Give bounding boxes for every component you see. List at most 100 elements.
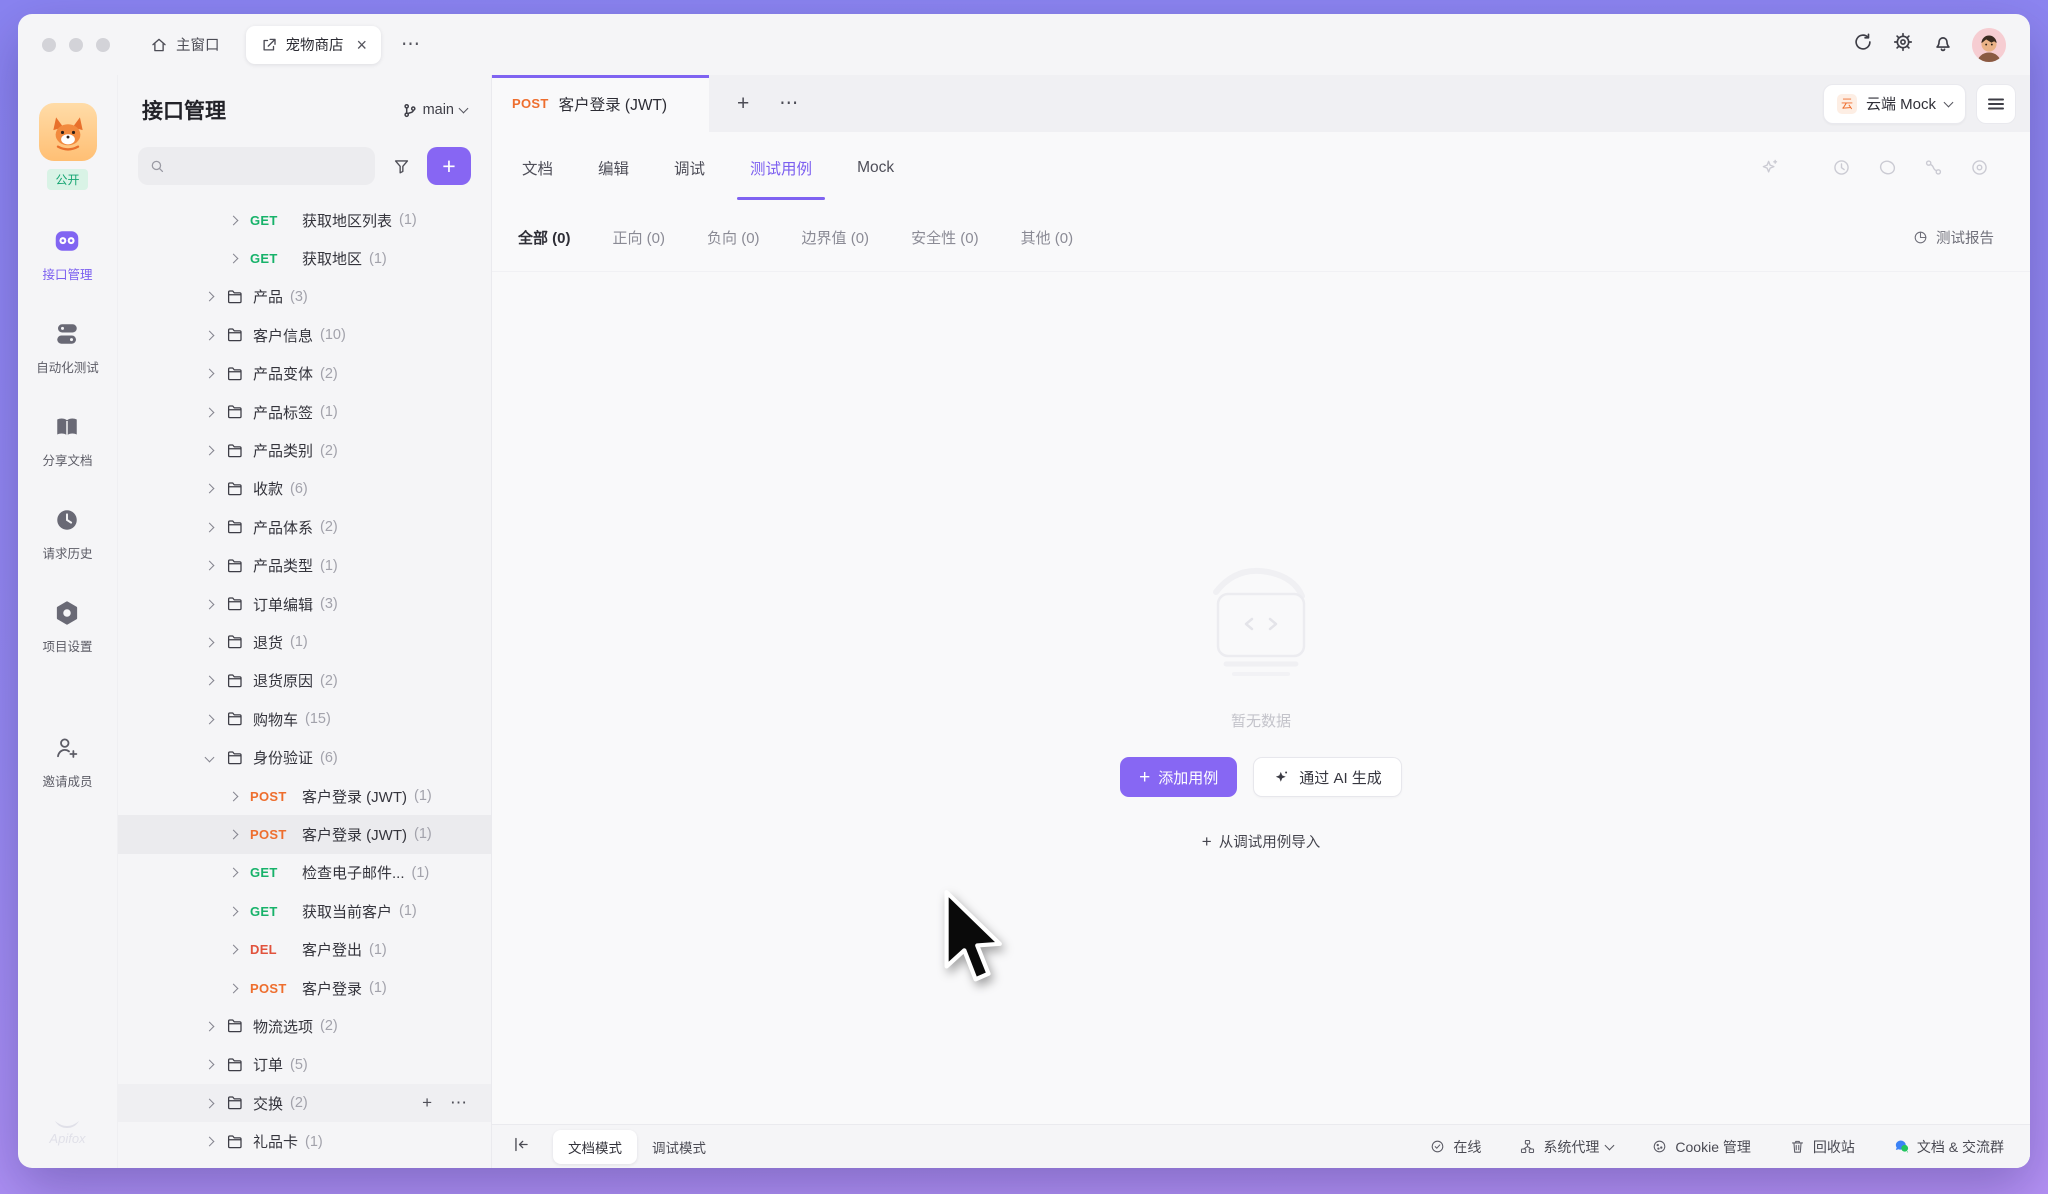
tree-row[interactable]: 产品类型 (1) + ⋯ bbox=[118, 547, 491, 585]
docs-community-button[interactable]: 文档 & 交流群 bbox=[1893, 1137, 2004, 1157]
tree-row[interactable]: GET 获取当前客户 (1) + ⋯ bbox=[118, 892, 491, 930]
sidebar-item-invite-members[interactable]: 邀请成员 bbox=[42, 733, 92, 790]
tree-row[interactable]: POST 客户登录 (1) + ⋯ bbox=[118, 969, 491, 1007]
view-tab[interactable]: 编辑 bbox=[598, 132, 629, 203]
bell-icon[interactable] bbox=[1932, 31, 1954, 58]
tree-row[interactable]: 礼品卡 (1) + ⋯ bbox=[118, 1122, 491, 1160]
doc-mode-button[interactable]: 文档模式 bbox=[553, 1130, 637, 1164]
project-logo[interactable] bbox=[39, 103, 97, 161]
ai-sparkle-icon[interactable] bbox=[1759, 157, 1780, 178]
search-input[interactable] bbox=[138, 147, 375, 185]
chevron-right-icon[interactable] bbox=[205, 1098, 215, 1108]
filter-tab[interactable]: 其他 (0) bbox=[1021, 227, 1074, 248]
chevron-right-icon[interactable] bbox=[205, 522, 215, 532]
chevron-right-icon[interactable] bbox=[205, 446, 215, 456]
system-proxy-selector[interactable]: 系统代理 bbox=[1519, 1137, 1613, 1157]
tab-pet-store[interactable]: 宠物商店 × bbox=[246, 26, 382, 64]
more-tabs-icon[interactable]: ⋯ bbox=[401, 33, 421, 56]
chevron-right-icon[interactable] bbox=[229, 868, 239, 878]
tree-row[interactable]: 客户信息 (10) + ⋯ bbox=[118, 316, 491, 354]
chevron-right-icon[interactable] bbox=[205, 1021, 215, 1031]
flow-icon[interactable] bbox=[1923, 157, 1944, 178]
gear-icon[interactable] bbox=[1892, 31, 1914, 58]
tab-main-window[interactable]: 主窗口 bbox=[140, 26, 230, 64]
view-tab[interactable]: 测试用例 bbox=[750, 132, 812, 203]
zoom-window-button[interactable] bbox=[96, 38, 110, 52]
chevron-right-icon[interactable] bbox=[229, 906, 239, 916]
collapse-sidebar-button[interactable] bbox=[512, 1135, 531, 1159]
import-from-debug-link[interactable]: + 从调试用例导入 bbox=[1202, 831, 1320, 852]
sidebar-item-shared-docs[interactable]: 分享文档 bbox=[42, 412, 92, 469]
add-icon[interactable]: + bbox=[422, 1093, 432, 1113]
chevron-right-icon[interactable] bbox=[205, 676, 215, 686]
sidebar-item-api-management[interactable]: 接口管理 bbox=[42, 226, 92, 283]
debug-mode-button[interactable]: 调试模式 bbox=[637, 1130, 721, 1164]
tree-row[interactable]: 物流选项 (2) + ⋯ bbox=[118, 1007, 491, 1045]
recycle-bin-button[interactable]: 回收站 bbox=[1789, 1137, 1855, 1157]
shape-blob-icon[interactable] bbox=[1877, 157, 1898, 178]
tree-row[interactable]: 产品类别 (2) + ⋯ bbox=[118, 431, 491, 469]
tree-row[interactable]: 退货 (1) + ⋯ bbox=[118, 623, 491, 661]
sidebar-item-automated-testing[interactable]: 自动化测试 bbox=[36, 319, 99, 376]
chevron-right-icon[interactable] bbox=[205, 484, 215, 494]
filter-tab[interactable]: 负向 (0) bbox=[707, 227, 760, 248]
chevron-right-icon[interactable] bbox=[205, 561, 215, 571]
tree-row[interactable]: 收款 (6) + ⋯ bbox=[118, 470, 491, 508]
chevron-right-icon[interactable] bbox=[205, 407, 215, 417]
tree-row[interactable]: 身份验证 (6) + ⋯ bbox=[118, 738, 491, 776]
tree-row[interactable]: POST 客户登录 (JWT) (1) + ⋯ bbox=[118, 815, 491, 853]
view-tab[interactable]: 文档 bbox=[522, 132, 553, 203]
tree-row[interactable]: 购物车 (15) + ⋯ bbox=[118, 700, 491, 738]
cookie-manager-button[interactable]: Cookie 管理 bbox=[1651, 1137, 1750, 1157]
filter-tab[interactable]: 安全性 (0) bbox=[911, 227, 979, 248]
chevron-right-icon[interactable] bbox=[205, 369, 215, 379]
tree-row[interactable]: 产品变体 (2) + ⋯ bbox=[118, 355, 491, 393]
history-icon[interactable] bbox=[1831, 157, 1852, 178]
ai-generate-button[interactable]: 通过 AI 生成 bbox=[1253, 757, 1402, 797]
add-testcase-button[interactable]: + 添加用例 bbox=[1120, 757, 1237, 797]
chevron-right-icon[interactable] bbox=[205, 1137, 215, 1147]
tree-row[interactable]: POST 客户登录 (JWT) (1) + ⋯ bbox=[118, 777, 491, 815]
more-icon[interactable]: ⋯ bbox=[450, 1093, 467, 1113]
view-tab[interactable]: Mock bbox=[857, 132, 894, 203]
chevron-right-icon[interactable] bbox=[229, 254, 239, 264]
tree-row[interactable]: 退货原因 (2) + ⋯ bbox=[118, 662, 491, 700]
chevron-right-icon[interactable] bbox=[205, 638, 215, 648]
close-window-button[interactable] bbox=[42, 38, 56, 52]
chevron-right-icon[interactable] bbox=[205, 753, 215, 763]
chevron-right-icon[interactable] bbox=[205, 330, 215, 340]
branch-selector[interactable]: main bbox=[402, 102, 467, 118]
view-tab[interactable]: 调试 bbox=[674, 132, 705, 203]
layout-menu-button[interactable] bbox=[1976, 84, 2016, 124]
tree-row[interactable]: GET 获取地区列表 (1) + ⋯ bbox=[118, 201, 491, 239]
chevron-right-icon[interactable] bbox=[229, 945, 239, 955]
user-avatar[interactable] bbox=[1972, 28, 2006, 62]
tree-row[interactable]: 产品 (3) + ⋯ bbox=[118, 278, 491, 316]
online-status[interactable]: 在线 bbox=[1429, 1137, 1481, 1157]
filter-tab[interactable]: 正向 (0) bbox=[613, 227, 666, 248]
test-report-button[interactable]: 测试报告 bbox=[1912, 227, 1994, 248]
tree-row[interactable]: 订单 (5) + ⋯ bbox=[118, 1046, 491, 1084]
sidebar-item-request-history[interactable]: 请求历史 bbox=[42, 505, 92, 562]
tree-row[interactable]: 交换 (2) + ⋯ bbox=[118, 1084, 491, 1122]
endpoint-tab-active[interactable]: POST 客户登录 (JWT) bbox=[492, 75, 709, 132]
filter-tab[interactable]: 全部 (0) bbox=[518, 227, 571, 248]
tree-row[interactable]: 产品标签 (1) + ⋯ bbox=[118, 393, 491, 431]
tree-row[interactable]: GET 检查电子邮件... (1) + ⋯ bbox=[118, 854, 491, 892]
new-endpoint-tab-button[interactable]: + bbox=[737, 92, 749, 116]
minimize-window-button[interactable] bbox=[69, 38, 83, 52]
chevron-right-icon[interactable] bbox=[229, 829, 239, 839]
sync-icon[interactable] bbox=[1852, 31, 1874, 58]
chevron-right-icon[interactable] bbox=[205, 599, 215, 609]
chevron-right-icon[interactable] bbox=[205, 292, 215, 302]
filter-tab[interactable]: 边界值 (0) bbox=[802, 227, 870, 248]
tree-row[interactable]: 订单编辑 (3) + ⋯ bbox=[118, 585, 491, 623]
target-settings-icon[interactable] bbox=[1969, 157, 1990, 178]
chevron-right-icon[interactable] bbox=[229, 983, 239, 993]
filter-button[interactable] bbox=[384, 147, 418, 185]
tree-row[interactable]: 产品体系 (2) + ⋯ bbox=[118, 508, 491, 546]
traffic-lights[interactable] bbox=[42, 38, 110, 52]
chevron-right-icon[interactable] bbox=[229, 215, 239, 225]
endpoint-tab-more-button[interactable]: ⋯ bbox=[779, 92, 799, 115]
chevron-right-icon[interactable] bbox=[229, 791, 239, 801]
